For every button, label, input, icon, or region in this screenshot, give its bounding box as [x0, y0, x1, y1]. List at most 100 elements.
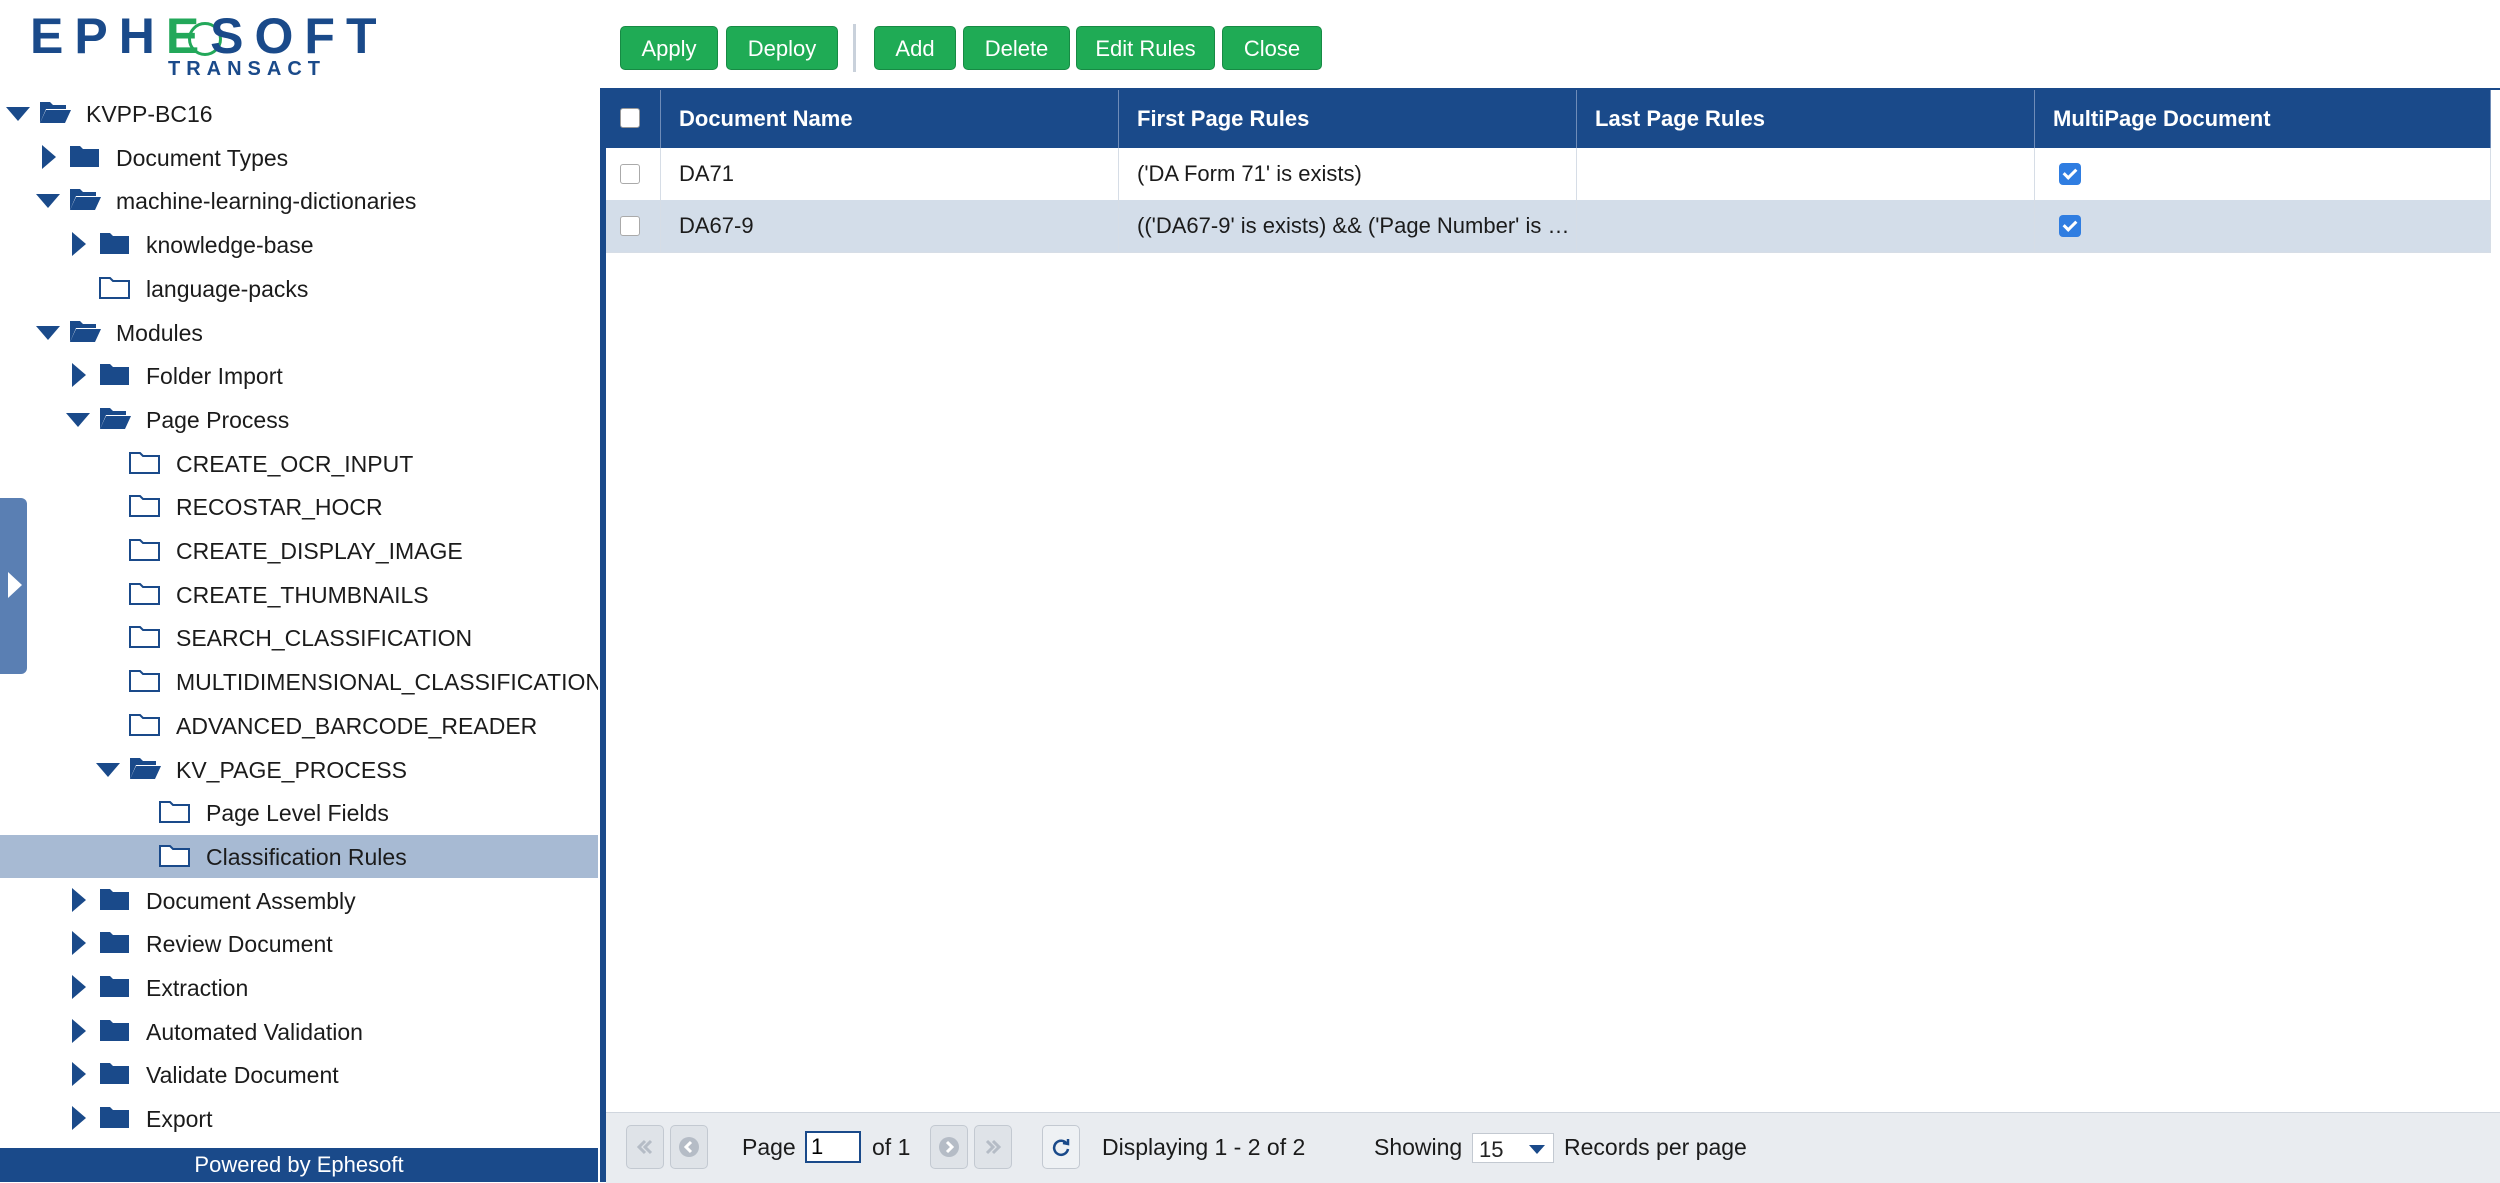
- column-header-document-name[interactable]: Document Name: [661, 90, 1119, 148]
- table-row[interactable]: DA71 ('DA Form 71' is exists): [606, 148, 2491, 201]
- tree-item[interactable]: Classification Rules: [0, 835, 598, 878]
- column-header-last-page-rules[interactable]: Last Page Rules: [1577, 90, 2035, 148]
- tree-item-label: language-packs: [146, 276, 309, 302]
- tree-item-label: Page Level Fields: [206, 800, 389, 826]
- expanded-caret-icon[interactable]: [36, 194, 60, 208]
- tree-item[interactable]: CREATE_THUMBNAILS: [0, 573, 598, 616]
- add-button[interactable]: Add: [874, 26, 956, 70]
- close-button[interactable]: Close: [1222, 26, 1322, 70]
- tree-item-label: machine-learning-dictionaries: [116, 188, 417, 214]
- tree-item[interactable]: machine-learning-dictionaries: [0, 179, 598, 222]
- edit-rules-button[interactable]: Edit Rules: [1076, 26, 1215, 70]
- folder-outline-icon: [159, 801, 190, 823]
- last-page-rules-cell[interactable]: [1577, 200, 2035, 252]
- tree-item[interactable]: SEARCH_CLASSIFICATION: [0, 616, 598, 659]
- tree-item[interactable]: Page Level Fields: [0, 791, 598, 834]
- tree-item[interactable]: Review Document: [0, 922, 598, 965]
- multipage-checkbox[interactable]: [2059, 215, 2081, 237]
- collapsed-caret-icon[interactable]: [42, 145, 56, 169]
- expanded-caret-icon[interactable]: [66, 413, 90, 427]
- collapsed-caret-icon[interactable]: [72, 1062, 86, 1086]
- tree-item[interactable]: Automated Validation: [0, 1010, 598, 1053]
- tree-item[interactable]: KV_PAGE_PROCESS: [0, 748, 598, 791]
- select-all-cell: [606, 90, 661, 148]
- collapsed-caret-icon[interactable]: [72, 888, 86, 912]
- select-all-checkbox[interactable]: [620, 108, 640, 128]
- collapsed-caret-icon[interactable]: [72, 1019, 86, 1043]
- folder-icon: [100, 932, 129, 953]
- tree-item-label: ADVANCED_BARCODE_READER: [176, 713, 538, 739]
- tree-item[interactable]: Modules: [0, 311, 598, 354]
- tree-item[interactable]: Document Types: [0, 136, 598, 179]
- apply-button[interactable]: Apply: [620, 26, 718, 70]
- refresh-button[interactable]: [1042, 1125, 1080, 1169]
- tree-item-label: Extraction: [146, 975, 249, 1001]
- expanded-caret-icon[interactable]: [6, 107, 30, 121]
- next-page-button[interactable]: [930, 1125, 968, 1169]
- tree-item-label: Document Assembly: [146, 888, 356, 914]
- previous-page-button[interactable]: [670, 1125, 708, 1169]
- tree-item[interactable]: Folder Import: [0, 354, 598, 397]
- tree-item[interactable]: Extraction: [0, 966, 598, 1009]
- expanded-caret-icon[interactable]: [96, 763, 120, 777]
- folder-outline-icon: [99, 277, 130, 299]
- tree-item[interactable]: knowledge-base: [0, 223, 598, 266]
- tree-item[interactable]: Validate Document: [0, 1053, 598, 1096]
- tree-item[interactable]: CREATE_DISPLAY_IMAGE: [0, 529, 598, 572]
- last-page-button[interactable]: [974, 1125, 1012, 1169]
- folder-outline-icon: [129, 495, 160, 517]
- tree-item[interactable]: Document Assembly: [0, 879, 598, 922]
- tree-item[interactable]: Page Process: [0, 398, 598, 441]
- column-header-first-page-rules[interactable]: First Page Rules: [1119, 90, 1577, 148]
- expand-panel-tab[interactable]: [0, 498, 27, 674]
- first-page-button[interactable]: [626, 1125, 664, 1169]
- tree-item-label: Folder Import: [146, 363, 283, 389]
- collapsed-caret-icon[interactable]: [72, 363, 86, 387]
- page-number-input[interactable]: [805, 1131, 861, 1163]
- records-per-page-select[interactable]: 15: [1472, 1133, 1554, 1163]
- folder-icon: [100, 1107, 129, 1128]
- tree-item-label: RECOSTAR_HOCR: [176, 494, 383, 520]
- collapsed-caret-icon[interactable]: [72, 975, 86, 999]
- first-page-rules-cell[interactable]: (('DA67-9' is exists) && ('Page Number' …: [1119, 200, 1577, 252]
- folder-outline-icon: [129, 670, 160, 692]
- toolbar-separator: [853, 24, 856, 72]
- first-page-rules-cell[interactable]: ('DA Form 71' is exists): [1119, 148, 1577, 200]
- row-checkbox[interactable]: [620, 164, 640, 184]
- tree-item-label: Document Types: [116, 145, 289, 171]
- tree-item[interactable]: RECOSTAR_HOCR: [0, 485, 598, 528]
- column-header-multipage-document[interactable]: MultiPage Document: [2035, 90, 2491, 148]
- folder-open-icon: [100, 408, 131, 429]
- tree-item[interactable]: ADVANCED_BARCODE_READER: [0, 704, 598, 747]
- tree-item-label: Validate Document: [146, 1062, 339, 1088]
- expanded-caret-icon[interactable]: [36, 326, 60, 340]
- multipage-checkbox[interactable]: [2059, 163, 2081, 185]
- folder-icon: [100, 1020, 129, 1041]
- multipage-cell: [2035, 148, 2491, 200]
- tree-item-label: CREATE_THUMBNAILS: [176, 582, 429, 608]
- folder-outline-icon: [129, 583, 160, 605]
- folder-icon: [100, 1063, 129, 1084]
- tree-item[interactable]: MULTIDIMENSIONAL_CLASSIFICATION_P: [0, 660, 598, 703]
- table-row[interactable]: DA67-9 (('DA67-9' is exists) && ('Page N…: [606, 200, 2491, 253]
- collapsed-caret-icon[interactable]: [72, 1106, 86, 1130]
- showing-label: Showing: [1374, 1134, 1463, 1160]
- collapsed-caret-icon[interactable]: [72, 232, 86, 256]
- tree-item[interactable]: CREATE_OCR_INPUT: [0, 442, 598, 485]
- deploy-button[interactable]: Deploy: [726, 26, 838, 70]
- folder-icon: [100, 889, 129, 910]
- tree-item[interactable]: language-packs: [0, 267, 598, 310]
- tree-item-label: Modules: [116, 320, 203, 346]
- tree-item-label: Automated Validation: [146, 1019, 363, 1045]
- document-name-cell[interactable]: DA71: [661, 148, 1119, 200]
- last-page-rules-cell[interactable]: [1577, 148, 2035, 200]
- tree-item[interactable]: KVPP-BC16: [0, 92, 598, 135]
- tree-item[interactable]: Export: [0, 1097, 598, 1140]
- tree-item-label: CREATE_OCR_INPUT: [176, 451, 414, 477]
- row-checkbox[interactable]: [620, 216, 640, 236]
- delete-button[interactable]: Delete: [963, 26, 1070, 70]
- document-name-cell[interactable]: DA67-9: [661, 200, 1119, 252]
- refresh-icon: [1052, 1139, 1070, 1156]
- folder-outline-icon: [129, 626, 160, 648]
- collapsed-caret-icon[interactable]: [72, 931, 86, 955]
